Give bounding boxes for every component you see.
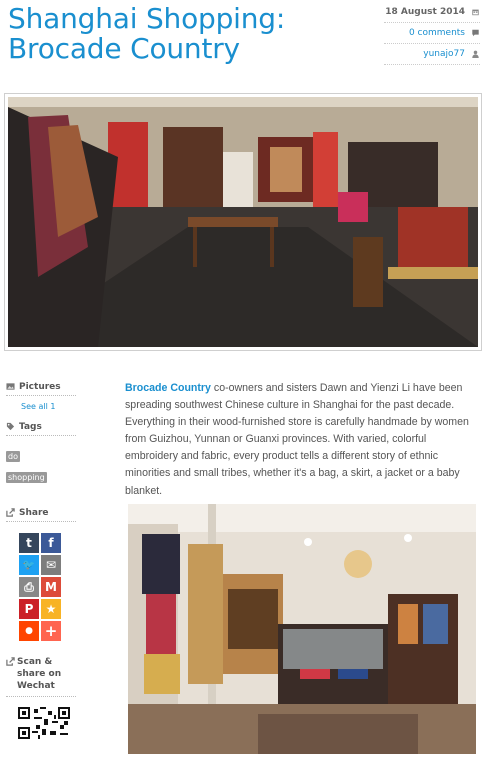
facebook-icon: f	[48, 536, 54, 550]
pinterest-share-button[interactable]: P	[18, 598, 40, 620]
plus-icon: +	[44, 622, 58, 640]
reddit-share-button[interactable]: ●	[18, 620, 40, 642]
share-icon	[6, 657, 15, 666]
more-share-button[interactable]: +	[40, 620, 62, 642]
shop-second-photo[interactable]	[128, 504, 476, 754]
user-icon	[472, 50, 479, 58]
gmail-icon: M	[45, 580, 57, 594]
facebook-share-button[interactable]: f	[40, 532, 62, 554]
tag-do[interactable]: do	[6, 451, 20, 462]
comments-link[interactable]: 0 comments	[409, 28, 465, 38]
tumblr-icon: t	[26, 536, 32, 550]
pinterest-icon: P	[24, 602, 34, 616]
date-row: 18 August 2014	[384, 2, 480, 23]
twitter-share-button[interactable]: 🐦	[18, 554, 40, 576]
comment-icon	[472, 29, 479, 37]
tags-label: Tags	[19, 421, 42, 432]
shop-interior-photo[interactable]	[8, 97, 478, 347]
email-share-button[interactable]: ✉	[40, 554, 62, 576]
wechat-heading: Scan & share on Wechat	[6, 656, 76, 697]
author-row[interactable]: yunajo77	[384, 44, 480, 65]
pictures-heading: Pictures	[6, 378, 76, 396]
share-icon	[6, 508, 15, 517]
reddit-icon: ●	[25, 626, 33, 636]
tag-icon	[6, 422, 15, 431]
sidebar: Pictures See all 1 Tags do shopping Shar…	[6, 378, 76, 743]
see-all-link[interactable]: See all 1	[6, 396, 76, 418]
share-buttons: t f 🐦 ✉ ⎙ M P ★ ● +	[6, 522, 76, 642]
print-icon: ⎙	[24, 579, 34, 594]
tag-shopping[interactable]: shopping	[6, 472, 47, 483]
pictures-label: Pictures	[19, 381, 61, 392]
intro-paragraph: Brocade Country co-owners and sisters Da…	[125, 380, 481, 500]
tumblr-share-button[interactable]: t	[18, 532, 40, 554]
gmail-share-button[interactable]: M	[40, 576, 62, 598]
twitter-icon: 🐦	[22, 559, 36, 571]
brocade-country-link[interactable]: Brocade Country	[125, 382, 211, 394]
author-link[interactable]: yunajo77	[423, 49, 465, 59]
star-icon: ★	[45, 602, 57, 616]
favorites-button[interactable]: ★	[40, 598, 62, 620]
share-label: Share	[19, 507, 49, 518]
comments-row[interactable]: 0 comments	[384, 23, 480, 44]
page-title: Shanghai Shopping: Brocade Country	[8, 2, 286, 65]
calendar-icon	[472, 9, 479, 16]
intro-text: co-owners and sisters Dawn and Yienzi Li…	[125, 382, 469, 497]
article-body: Brocade Country co-owners and sisters Da…	[125, 380, 481, 500]
article-meta: 18 August 2014 0 comments yunajo77	[384, 2, 480, 65]
print-button[interactable]: ⎙	[18, 576, 40, 598]
wechat-label: Scan & share on Wechat	[17, 657, 62, 691]
picture-icon	[6, 383, 15, 390]
share-heading: Share	[6, 504, 76, 522]
tag-list: do shopping	[6, 436, 76, 486]
publish-date: 18 August 2014	[385, 7, 465, 17]
wechat-qr-code[interactable]	[18, 707, 70, 739]
hero-photo-frame[interactable]	[4, 93, 482, 351]
email-icon: ✉	[45, 558, 57, 572]
tags-heading: Tags	[6, 418, 76, 436]
